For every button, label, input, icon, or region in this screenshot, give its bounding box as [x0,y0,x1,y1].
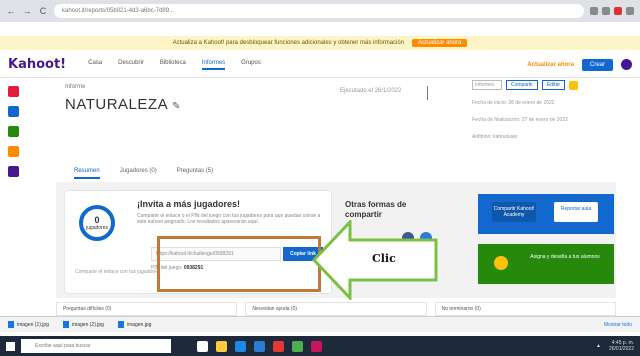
show-all-downloads[interactable]: Mostrar todo [604,322,632,328]
app-icon[interactable] [8,166,19,177]
banner-text: Actualiza a Kahoot! para desbloquear fun… [172,40,405,46]
need-help[interactable]: Necesitan ayuda (0) [245,302,427,316]
report-title-text: NATURALEZA [65,96,169,113]
star-icon[interactable] [569,80,579,90]
clock-date: 26/01/2022 [608,346,634,352]
ring-caption: Comparte el enlace con tus jugadores [75,269,160,275]
profile-icon[interactable] [626,7,634,15]
invite-title: ¡Invita a más jugadores! [137,199,241,209]
file-explorer-icon[interactable] [216,340,227,352]
callout-label: Clic [372,252,396,265]
download-name: imagen.jpg [126,321,152,328]
app-icon[interactable] [8,86,19,97]
chrome-icon[interactable] [273,340,284,352]
address-bar[interactable]: kahoot.it/reports/05b021-4d3-a6bc-7d89..… [54,4,584,18]
promo-card-green: Asigna y desafía a tus alumnos [478,244,614,284]
app-icon[interactable] [8,126,19,137]
image-file-icon [62,321,69,328]
divider [427,86,428,100]
header-actions: Actualizar ahora Crear [527,58,632,71]
report-info-panel: Informes Compartir Editar Fecha de inici… [472,80,612,180]
nav-groups[interactable]: Grupos [241,60,261,70]
upgrade-banner: Actualiza a Kahoot! para desbloquear fun… [0,36,640,50]
app-header: Kahoot! Casa Descubrir Biblioteca Inform… [0,52,640,78]
extension-icon[interactable] [614,7,622,15]
forward-icon[interactable]: → [22,6,32,16]
taskbar-apps [197,340,322,352]
taskbar-search[interactable]: Escribe aquí para buscar [21,339,171,353]
image-file-icon [117,321,124,328]
flag-icon [494,256,508,270]
download-item[interactable]: imagen (1).jpg [8,321,49,328]
browser-toolbar: ← → C kahoot.it/reports/05b021-4d3-a6bc-… [0,0,640,22]
windows-start-icon[interactable] [6,341,15,351]
downloads-bar: imagen (1).jpg imagen (2).jpg imagen.jpg… [0,316,640,332]
kahoot-logo[interactable]: Kahoot! [8,57,66,72]
bottom-sections: Preguntas difíciles (0) Necesitan ayuda … [56,302,616,316]
edge-icon[interactable] [235,340,246,352]
tab-summary[interactable]: Resumen [74,168,100,179]
tab-players[interactable]: Jugadores (0) [120,168,157,179]
app-icon[interactable] [292,340,303,352]
report-label: Informe [65,84,86,90]
clock[interactable]: 4:45 p. m. 26/01/2022 [609,340,634,352]
player-count: 0 [94,215,100,225]
download-name: imagen (1).jpg [17,321,49,328]
side-app-icons [8,86,19,177]
create-button[interactable]: Crear [581,58,613,71]
back-icon[interactable]: ← [6,6,16,16]
start-date: Fecha de inicio: 26 de enero de 2022 [472,100,555,106]
powerpoint-icon[interactable] [311,340,322,352]
upgrade-link[interactable]: Actualizar ahora [527,62,574,68]
promo-button[interactable]: Reportar aula [554,202,598,222]
download-item[interactable]: imagen.jpg [117,321,152,328]
difficult-questions[interactable]: Preguntas difíciles (0) [56,302,238,316]
app-icon[interactable] [8,146,19,157]
report-date: Ejecutado el 26/1/2022 [340,88,402,94]
banner-upgrade-button[interactable]: Actualizar ahora [412,39,468,47]
host: Anfitrión: kahootuser [472,134,518,140]
invite-description: Comparte el enlace o el PIN del juego co… [137,213,321,225]
nav-home[interactable]: Casa [88,60,102,70]
report-select[interactable]: Informes [472,80,502,90]
highlight-box [157,236,321,292]
nav-library[interactable]: Biblioteca [160,60,186,70]
share-report-button[interactable]: Compartir [506,80,538,90]
edit-report-button[interactable]: Editar [541,80,566,90]
avatar[interactable] [621,59,632,70]
page-title: NATURALEZA ✎ [65,96,181,113]
app-icon[interactable] [8,106,19,117]
share-title: Otras formas de compartir [345,200,407,219]
extensions [590,7,634,15]
tab-questions[interactable]: Preguntas (5) [177,168,213,179]
promo-card-blue: Compartir Kahoot! Academy Reportar aula [478,194,614,234]
extension-icon[interactable] [590,7,598,15]
download-item[interactable]: imagen (2).jpg [62,321,104,328]
word-icon[interactable] [254,340,265,352]
promo-button[interactable]: Compartir Kahoot! Academy [492,202,536,222]
nav-reports[interactable]: Informes [201,60,226,70]
edit-pencil-icon[interactable]: ✎ [172,101,181,112]
nav-discover[interactable]: Descubrir [118,60,144,70]
top-nav: Casa Descubrir Biblioteca Informes Grupo… [88,60,261,70]
report-tabs: Resumen Jugadores (0) Preguntas (5) [74,168,213,179]
player-count-ring: 0 jugadores [79,205,115,241]
did-not-finish[interactable]: No terminaron (0) [434,302,616,316]
player-count-label: jugadores [86,225,108,231]
system-tray: ▲ 4:45 p. m. 26/01/2022 [596,340,634,352]
end-date: Fecha de finalización: 27 de enero de 20… [472,117,568,123]
network-icon[interactable]: ▲ [596,343,601,349]
reload-icon[interactable]: C [38,6,48,16]
download-name: imagen (2).jpg [71,321,104,328]
windows-taskbar: Escribe aquí para buscar ▲ 4:45 p. m. 26… [0,336,640,356]
task-view-icon[interactable] [197,340,208,352]
promo-green-text[interactable]: Asigna y desafía a tus alumnos [530,254,600,261]
image-file-icon [8,321,14,328]
extension-icon[interactable] [602,7,610,15]
